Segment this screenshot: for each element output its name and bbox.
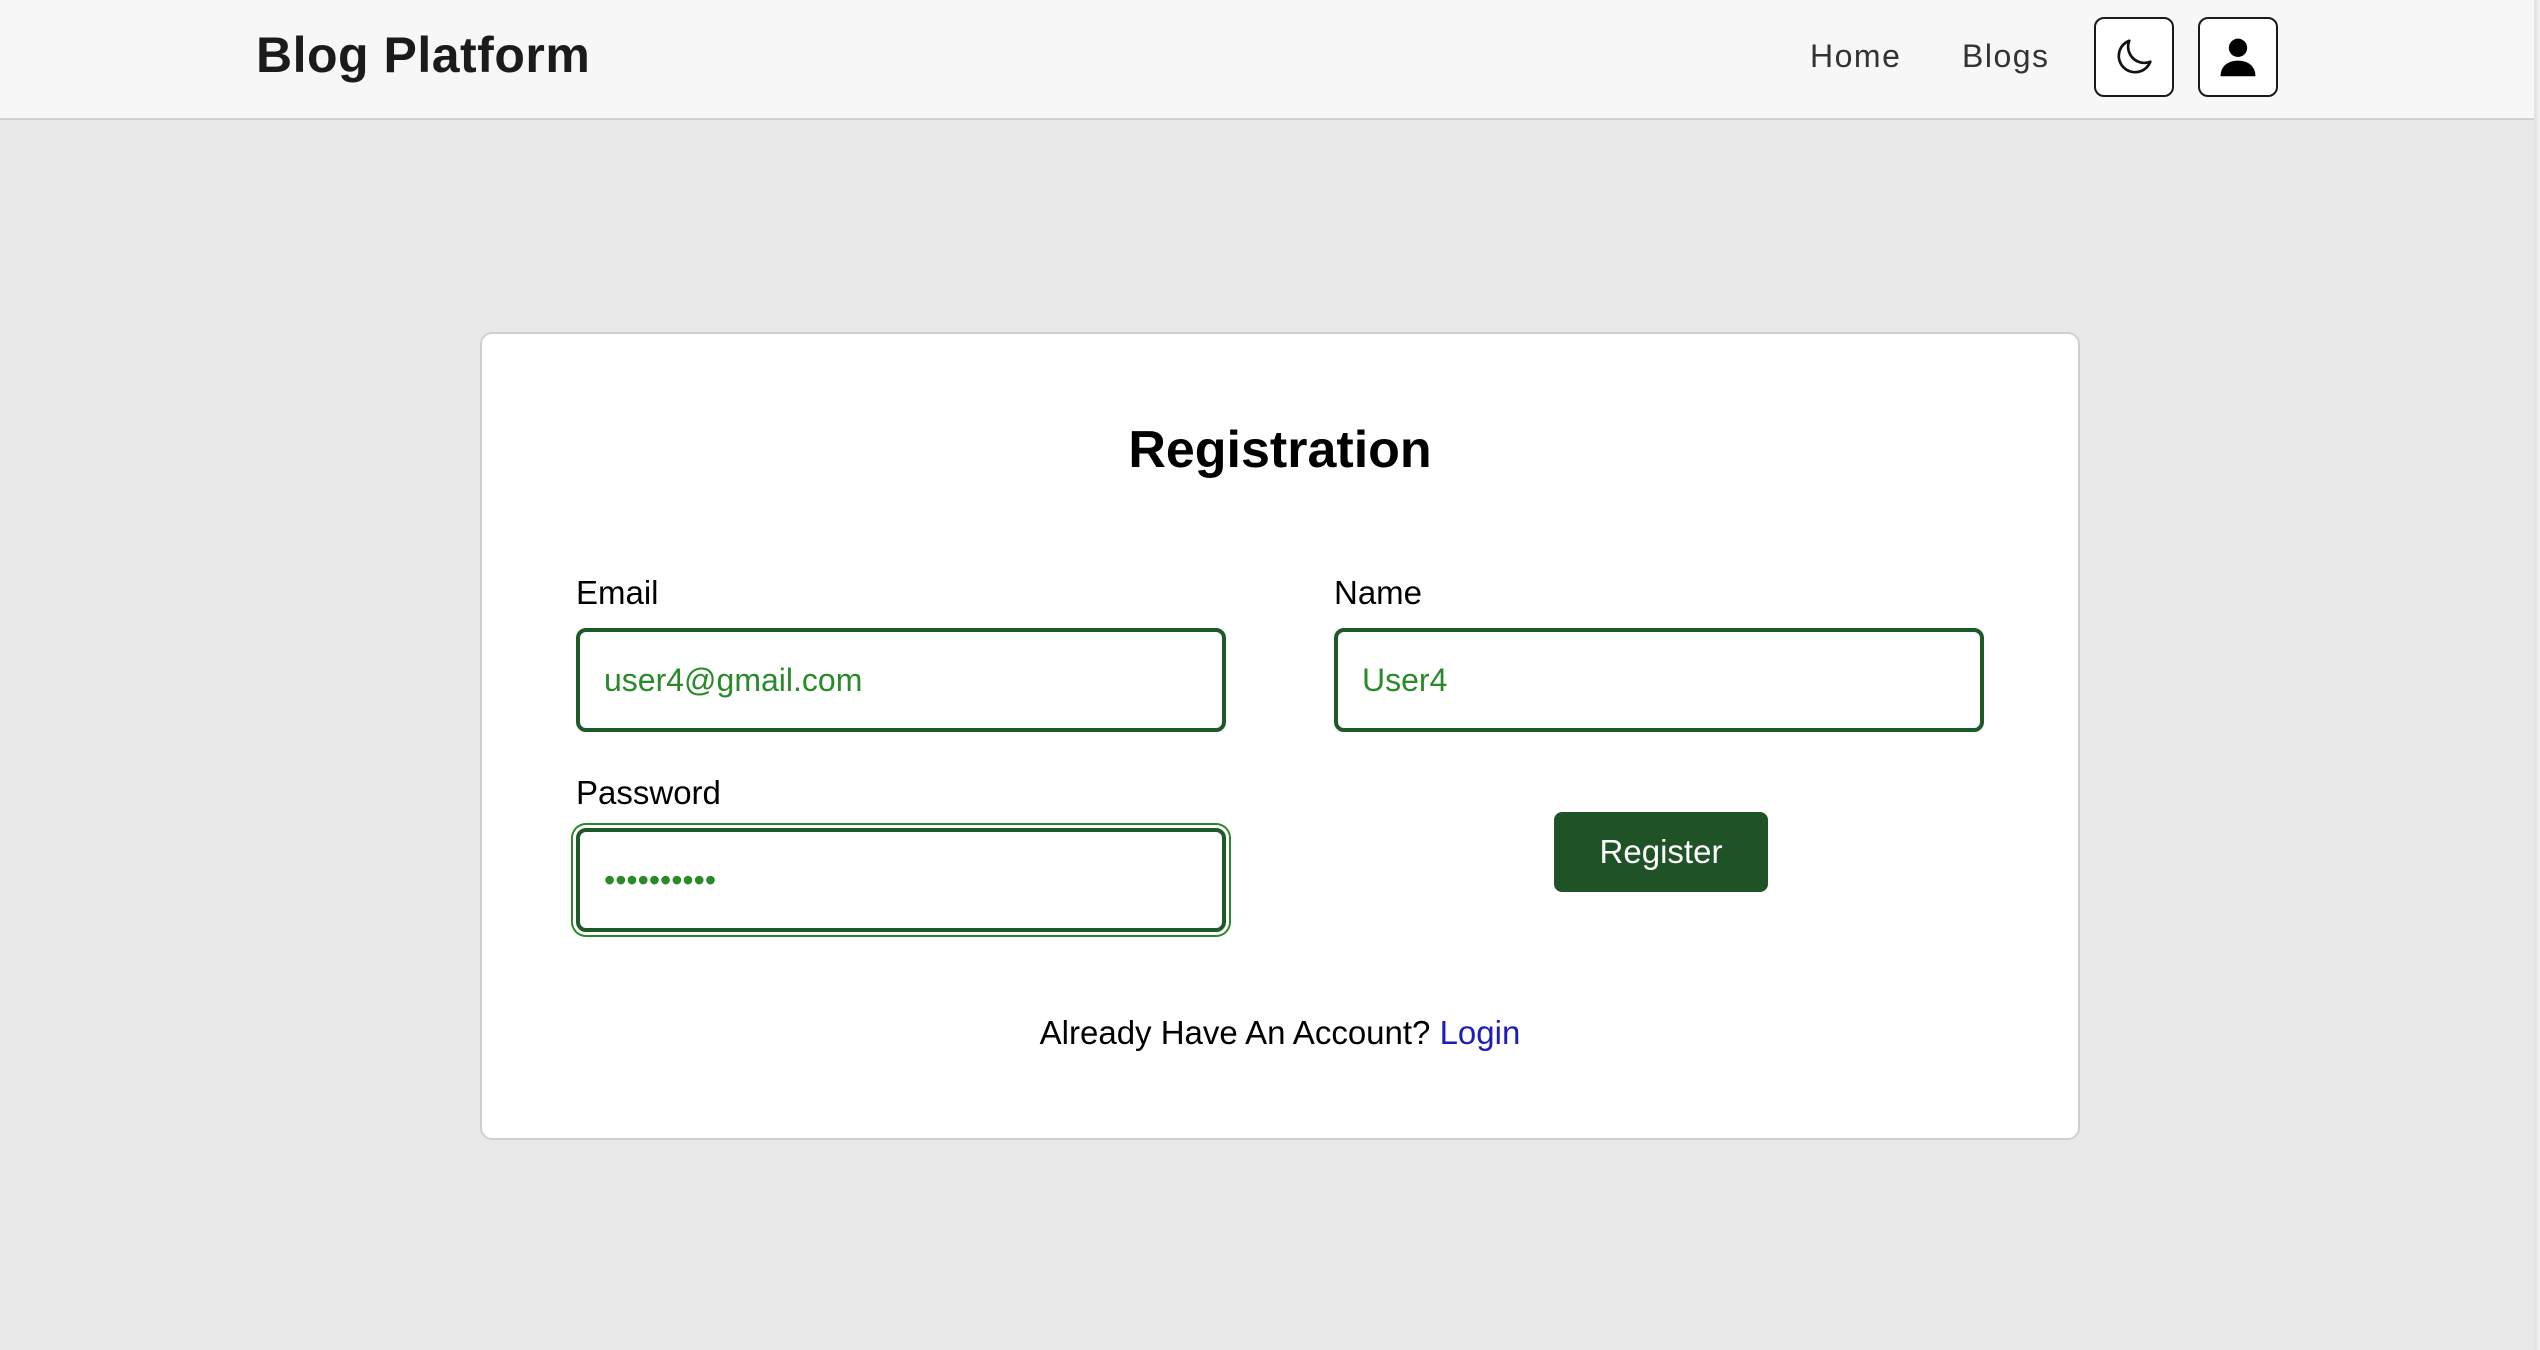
name-label: Name [1334, 574, 1423, 611]
registration-card: Registration Email Name Password Registe… [480, 332, 2080, 1140]
name-field[interactable] [1334, 628, 1984, 732]
account-button[interactable] [2198, 17, 2278, 97]
brand-title: Blog Platform [256, 27, 591, 83]
email-field[interactable] [576, 628, 1226, 732]
password-label: Password [576, 774, 721, 811]
user-icon [2220, 38, 2256, 77]
nav-blogs-link[interactable]: Blogs [1962, 38, 2050, 75]
top-navbar: Blog Platform Home Blogs [0, 0, 2534, 120]
login-prompt-text: Already Have An Account? [1039, 1014, 1431, 1051]
register-button[interactable]: Register [1554, 812, 1768, 892]
email-label: Email [576, 574, 659, 611]
page-title: Registration [1128, 421, 1432, 479]
moon-icon [2117, 39, 2152, 74]
login-link[interactable]: Login [1440, 1014, 1521, 1051]
password-field[interactable] [576, 828, 1226, 932]
login-prompt: Already Have An Account? Login [482, 1014, 2078, 1052]
page: Blog Platform Home Blogs Registration Em… [0, 0, 2540, 1350]
theme-toggle-button[interactable] [2094, 17, 2174, 97]
scrollbar-track [2534, 0, 2540, 1350]
nav-home-link[interactable]: Home [1810, 38, 1901, 75]
